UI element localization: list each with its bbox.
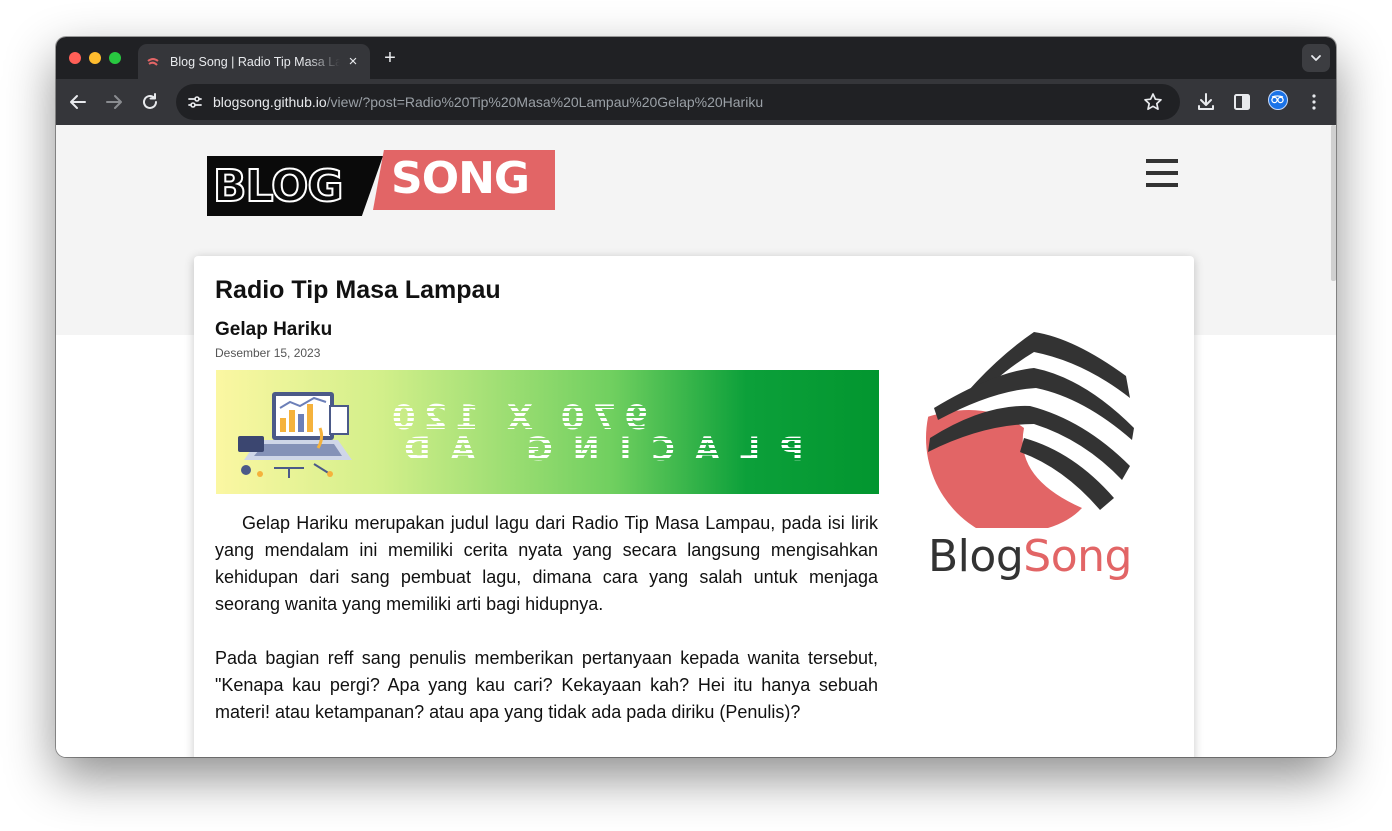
post-title: Radio Tip Masa Lampau — [215, 276, 501, 304]
blogsong-emblem-icon — [926, 332, 1134, 528]
url-host: blogsong.github.io — [213, 94, 327, 110]
profile-icon[interactable] — [1268, 90, 1288, 110]
browser-toolbar: blogsong.github.io/view/?post=Radio%20Ti… — [56, 79, 1336, 125]
more-menu-icon[interactable] — [1302, 90, 1326, 114]
ad-banner[interactable]: 970 X 120 PLACING AD — [216, 370, 879, 494]
ad-placing-text: PLACING AD — [384, 430, 804, 468]
forward-arrow-icon[interactable] — [102, 90, 126, 114]
sidebar-logo-text-dark: Blog — [928, 531, 1024, 582]
bookmark-star-icon[interactable] — [1142, 91, 1164, 113]
post-date: Desember 15, 2023 — [215, 346, 321, 360]
sidebar-logo-text-accent: Song — [1023, 531, 1132, 582]
post-subtitle: Gelap Hariku — [215, 319, 333, 340]
address-bar[interactable]: blogsong.github.io/view/?post=Radio%20Ti… — [176, 84, 1180, 120]
logo-song-text: SONG — [391, 153, 530, 204]
back-arrow-icon[interactable] — [66, 90, 90, 114]
post-body: Gelap Hariku merupakan judul lagu dari R… — [215, 510, 878, 753]
tab-strip: Blog Song | Radio Tip Masa Lampau - Gela… — [56, 37, 1336, 79]
tab-close-icon[interactable]: × — [344, 53, 362, 71]
close-window-button[interactable] — [69, 52, 81, 64]
site-favicon-icon — [147, 58, 159, 66]
post-paragraph: Pada bagian reff sang penulis memberikan… — [215, 648, 878, 722]
page-viewport: BLOG SONG Radio Tip Masa Lampau Gelap Ha… — [56, 125, 1336, 757]
post-card: Radio Tip Masa Lampau Gelap Hariku Desem… — [194, 256, 1194, 757]
tab-title: Blog Song | Radio Tip Masa Lampau - Gela… — [170, 55, 340, 69]
minimize-window-button[interactable] — [89, 52, 101, 64]
side-panel-icon[interactable] — [1230, 90, 1254, 114]
new-tab-button[interactable]: + — [380, 47, 400, 69]
logo-song-block: SONG — [373, 150, 555, 210]
ad-illustration — [238, 392, 352, 478]
site-info-icon[interactable] — [184, 91, 206, 113]
post-paragraph: Gelap Hariku merupakan judul lagu dari R… — [215, 513, 878, 614]
sidebar-logo-text: BlogSong — [928, 532, 1132, 582]
url-text: blogsong.github.io/view/?post=Radio%20Ti… — [213, 93, 763, 111]
logo-blog-text: BLOG — [212, 161, 345, 212]
reload-icon[interactable] — [138, 90, 162, 114]
browser-window: Blog Song | Radio Tip Masa Lampau - Gela… — [56, 37, 1336, 757]
scrollbar-thumb[interactable] — [1331, 125, 1336, 281]
active-tab[interactable]: Blog Song | Radio Tip Masa Lampau - Gela… — [138, 44, 370, 79]
hamburger-menu-icon[interactable] — [1146, 159, 1178, 189]
logo-blog-block: BLOG — [207, 156, 383, 216]
download-icon[interactable] — [1194, 90, 1218, 114]
sidebar-logo: BlogSong — [924, 328, 1144, 588]
tab-search-icon[interactable] — [1302, 44, 1330, 72]
url-path: /view/?post=Radio%20Tip%20Masa%20Lampau%… — [326, 94, 764, 110]
maximize-window-button[interactable] — [109, 52, 121, 64]
site-logo[interactable]: BLOG SONG — [207, 150, 555, 216]
